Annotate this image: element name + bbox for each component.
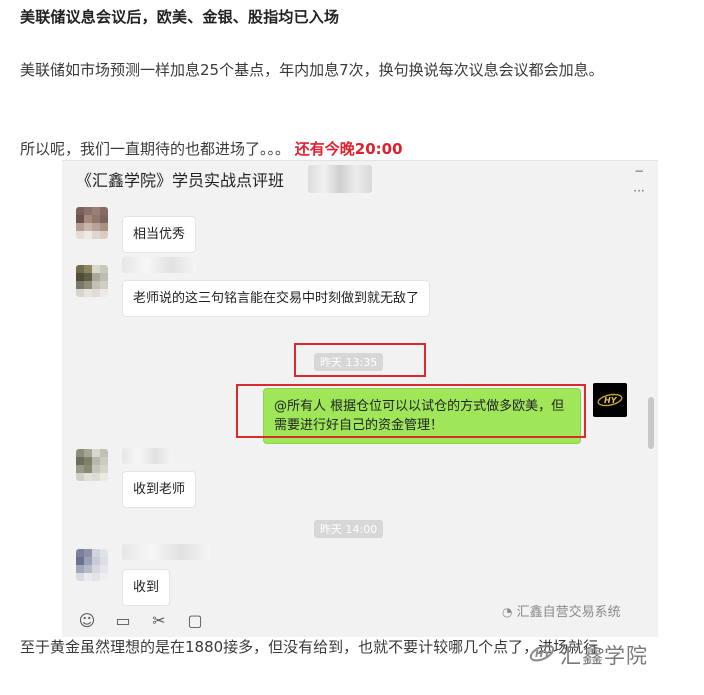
avatar bbox=[76, 265, 108, 297]
watermark-small-text: 汇鑫自营交易系统 bbox=[516, 605, 621, 620]
logo-icon: HY bbox=[597, 393, 623, 407]
article-paragraph-2: 所以呢，我们一直期待的也都进场了。。。 还有今晚20:00 bbox=[20, 136, 403, 162]
chat-window-screenshot: 《汇鑫学院》学员实战点评班 − ··· 相当优秀 老师说的这三句铭言能在交易中时… bbox=[62, 160, 658, 637]
sender-name-blur bbox=[122, 448, 172, 464]
scissors-icon[interactable]: ✂ bbox=[148, 611, 170, 630]
chat-bubble: 相当优秀 bbox=[122, 216, 197, 253]
paragraph-2-highlight: 还有今晚20:00 bbox=[294, 140, 403, 158]
chat-bubble: 老师说的这三句铭言能在交易中时刻做到就无敌了 bbox=[122, 280, 430, 317]
chat-toolbar: ☺ ▭ ✂ ▢ bbox=[76, 611, 206, 630]
sender-name-blur bbox=[122, 257, 196, 273]
folder-icon[interactable]: ▭ bbox=[112, 611, 134, 630]
chat-scrollbar[interactable] bbox=[648, 397, 654, 449]
timestamp-text: 昨天 14:00 bbox=[320, 523, 378, 536]
article-paragraph-1: 美联储如市场预测一样加息25个基点，年内加息7次，换句换说每次议息会议都会加息。 bbox=[20, 61, 604, 79]
avatar bbox=[76, 449, 108, 481]
chat-bubble: 收到老师 bbox=[122, 471, 197, 508]
message-text: 相当优秀 bbox=[133, 227, 186, 242]
chat-bubble-icon[interactable]: ▢ bbox=[184, 611, 206, 630]
annotation-box bbox=[236, 384, 586, 438]
chat-window-controls: − ··· bbox=[632, 163, 646, 199]
chat-timestamp: 昨天 14:00 bbox=[314, 520, 384, 538]
watermark-small: ◔ 汇鑫自营交易系统 bbox=[502, 601, 621, 620]
window-close-icon[interactable]: − bbox=[632, 163, 646, 179]
watermark-large: 汇鑫学院 bbox=[560, 644, 648, 668]
chat-title: 《汇鑫学院》学员实战点评班 bbox=[76, 167, 284, 191]
svg-text:HY: HY bbox=[604, 396, 618, 405]
avatar: HY bbox=[593, 383, 627, 417]
svg-text:HY: HY bbox=[535, 649, 552, 660]
avatar bbox=[76, 549, 108, 581]
article-headline: 美联储议息会议后，欧美、金银、股指均已入场 bbox=[20, 8, 340, 26]
chat-title-text: 《汇鑫学院》学员实战点评班 bbox=[76, 171, 285, 190]
paragraph-2-text: 所以呢，我们一直期待的也都进场了。。。 bbox=[20, 140, 291, 158]
emoji-icon[interactable]: ☺ bbox=[76, 611, 98, 630]
chat-bubble: 收到 bbox=[122, 569, 171, 606]
message-text: 老师说的这三句铭言能在交易中时刻做到就无敌了 bbox=[133, 291, 420, 306]
wechat-logo-icon: ◔ bbox=[502, 605, 513, 619]
more-options-icon[interactable]: ··· bbox=[632, 183, 646, 199]
avatar bbox=[76, 207, 108, 239]
message-text: 收到老师 bbox=[133, 482, 186, 497]
message-text: 收到 bbox=[133, 580, 160, 595]
chat-title-blur bbox=[308, 165, 372, 193]
sender-name-blur bbox=[122, 544, 210, 560]
annotation-box bbox=[294, 343, 426, 377]
watermark-logo-icon: HY bbox=[529, 644, 555, 662]
